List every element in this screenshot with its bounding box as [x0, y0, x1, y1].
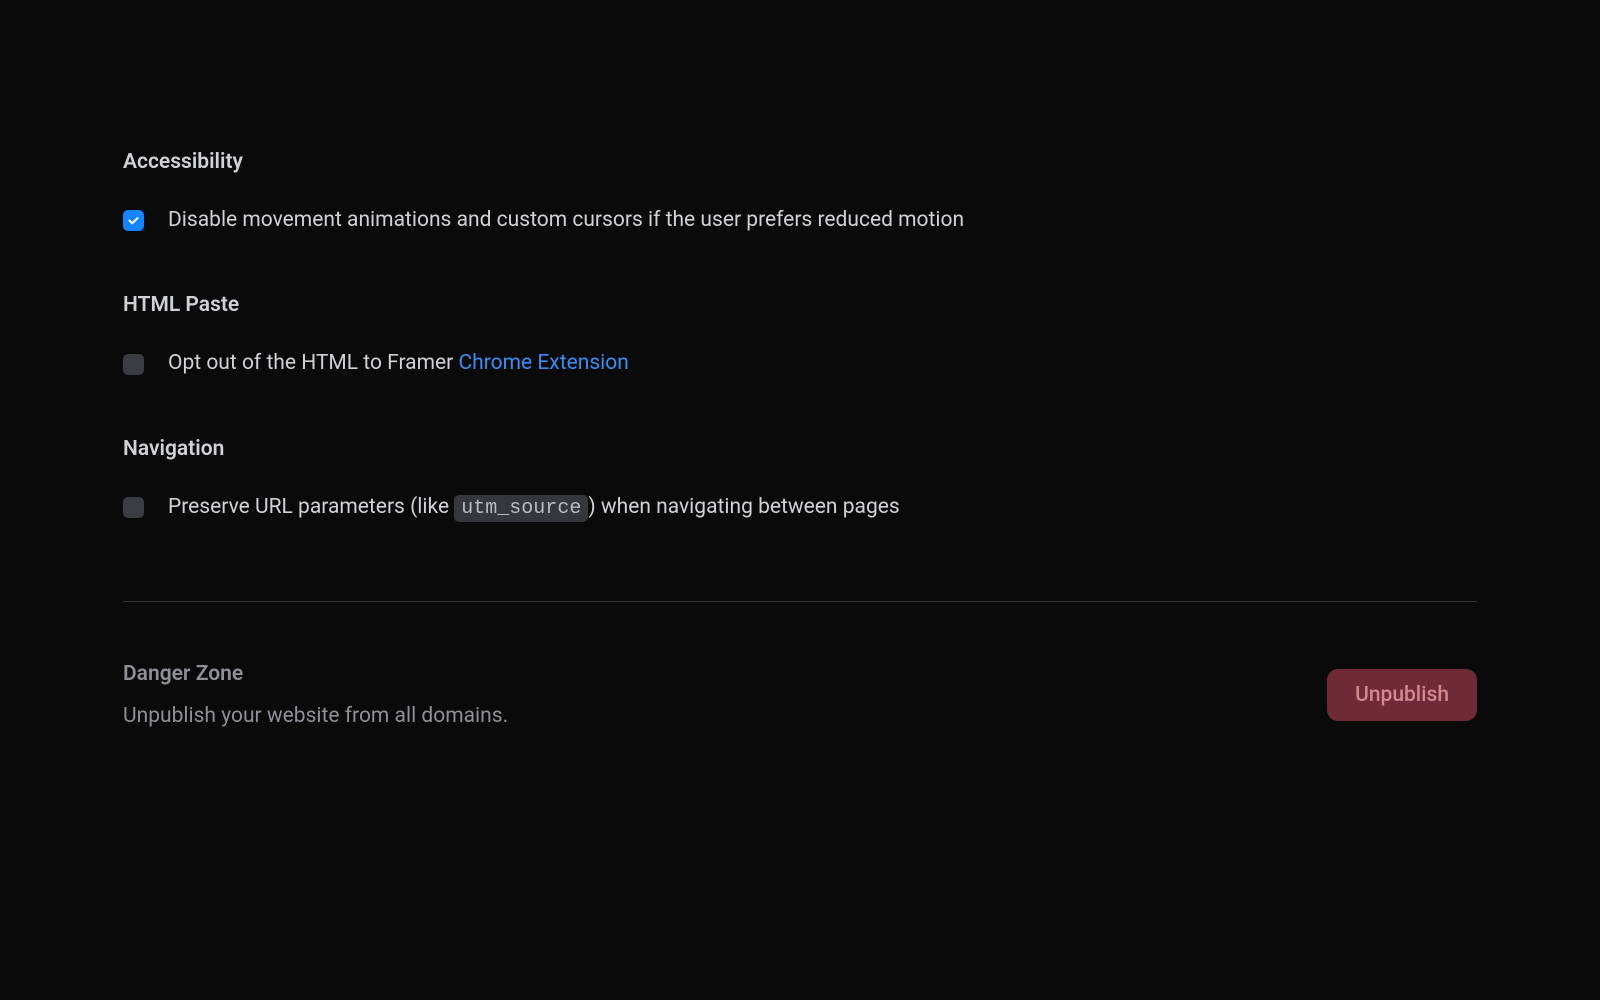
navigation-checkbox-label: Preserve URL parameters (like utm_source… [168, 493, 900, 523]
accessibility-title: Accessibility [123, 150, 1477, 174]
html-paste-checkbox[interactable] [123, 354, 144, 375]
html-paste-title: HTML Paste [123, 293, 1477, 317]
danger-zone-section: Danger Zone Unpublish your website from … [123, 662, 1477, 728]
navigation-checkbox[interactable] [123, 497, 144, 518]
navigation-label-suffix: ) when navigating between pages [588, 495, 899, 519]
navigation-section: Navigation Preserve URL parameters (like… [123, 437, 1477, 523]
html-paste-checkbox-label: Opt out of the HTML to Framer Chrome Ext… [168, 349, 629, 378]
accessibility-checkbox-label: Disable movement animations and custom c… [168, 206, 964, 235]
danger-zone-description: Unpublish your website from all domains. [123, 704, 508, 728]
danger-zone-text: Danger Zone Unpublish your website from … [123, 662, 508, 728]
navigation-label-prefix: Preserve URL parameters (like [168, 495, 454, 519]
html-paste-section: HTML Paste Opt out of the HTML to Framer… [123, 293, 1477, 378]
divider [123, 601, 1477, 602]
accessibility-section: Accessibility Disable movement animation… [123, 150, 1477, 235]
html-paste-checkbox-row: Opt out of the HTML to Framer Chrome Ext… [123, 349, 1477, 378]
accessibility-checkbox[interactable] [123, 210, 144, 231]
check-icon [127, 214, 140, 227]
navigation-checkbox-row: Preserve URL parameters (like utm_source… [123, 493, 1477, 523]
utm-source-code: utm_source [454, 495, 588, 522]
navigation-title: Navigation [123, 437, 1477, 461]
danger-zone-title: Danger Zone [123, 662, 508, 686]
unpublish-button[interactable]: Unpublish [1327, 669, 1477, 721]
html-paste-label-prefix: Opt out of the HTML to Framer [168, 351, 458, 375]
accessibility-checkbox-row: Disable movement animations and custom c… [123, 206, 1477, 235]
chrome-extension-link[interactable]: Chrome Extension [458, 351, 628, 375]
